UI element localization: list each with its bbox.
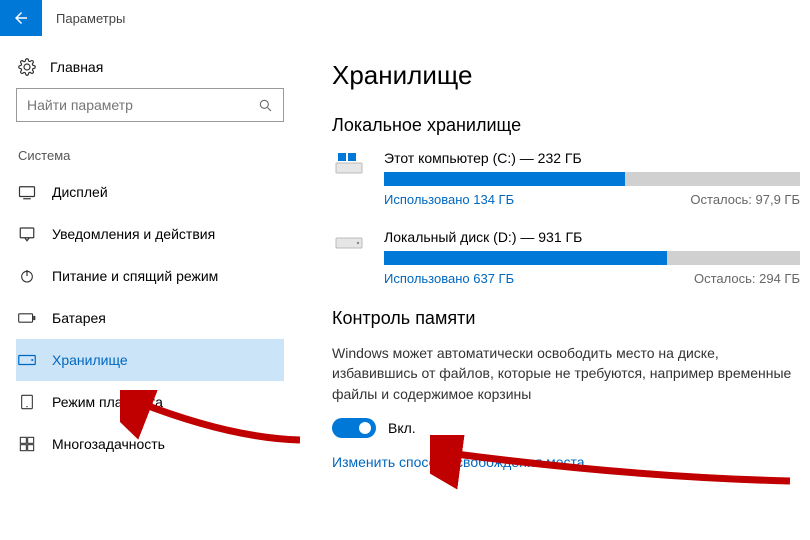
- sidebar-item-multitasking[interactable]: Многозадачность: [16, 423, 284, 465]
- storage-sense-desc: Windows может автоматически освободить м…: [332, 343, 800, 404]
- drive-d-icon: [332, 229, 366, 257]
- sidebar-item-notifications[interactable]: Уведомления и действия: [16, 213, 284, 255]
- sidebar-item-label: Многозадачность: [52, 436, 165, 452]
- window-header: Параметры: [0, 0, 810, 36]
- search-field[interactable]: [27, 97, 257, 113]
- window-title: Параметры: [42, 11, 125, 26]
- drive-c-used: Использовано 134 ГБ: [384, 192, 514, 207]
- drive-c-title: Этот компьютер (C:) — 232 ГБ: [384, 150, 800, 166]
- local-storage-title: Локальное хранилище: [332, 115, 800, 136]
- sidebar-item-label: Батарея: [52, 310, 106, 326]
- sidebar: Главная Система Дисплей Уведомления и де…: [0, 46, 300, 470]
- sidebar-item-battery[interactable]: Батарея: [16, 297, 284, 339]
- notifications-icon: [18, 226, 36, 242]
- sidebar-item-label: Питание и спящий режим: [52, 268, 218, 284]
- sidebar-item-label: Дисплей: [52, 184, 108, 200]
- search-icon: [257, 97, 273, 113]
- page-title: Хранилище: [332, 60, 800, 91]
- sidebar-item-display[interactable]: Дисплей: [16, 171, 284, 213]
- sidebar-item-power[interactable]: Питание и спящий режим: [16, 255, 284, 297]
- power-icon: [18, 268, 36, 284]
- drive-c-free: Осталось: 97,9 ГБ: [690, 192, 800, 207]
- toggle-label: Вкл.: [388, 420, 416, 436]
- storage-sense-toggle[interactable]: [332, 418, 376, 438]
- tablet-icon: [18, 394, 36, 410]
- storage-sense-title: Контроль памяти: [332, 308, 800, 329]
- sidebar-item-tablet[interactable]: Режим планшета: [16, 381, 284, 423]
- section-label: Система: [16, 148, 284, 163]
- drive-c-bar: [384, 172, 800, 186]
- sidebar-item-label: Уведомления и действия: [52, 226, 215, 242]
- search-input[interactable]: [16, 88, 284, 122]
- arrow-left-icon: [12, 9, 30, 27]
- storage-icon: [18, 354, 36, 366]
- change-cleanup-link[interactable]: Изменить способ освобождения места: [332, 454, 800, 470]
- drive-d-used: Использовано 637 ГБ: [384, 271, 514, 286]
- drive-c-icon: [332, 150, 366, 178]
- drive-d-title: Локальный диск (D:) — 931 ГБ: [384, 229, 800, 245]
- multitasking-icon: [18, 436, 36, 452]
- display-icon: [18, 184, 36, 200]
- main-content: Хранилище Локальное хранилище Этот компь…: [300, 46, 810, 470]
- drive-d-bar: [384, 251, 800, 265]
- drive-d-free: Осталось: 294 ГБ: [694, 271, 800, 286]
- sidebar-item-storage[interactable]: Хранилище: [16, 339, 284, 381]
- battery-icon: [18, 312, 36, 324]
- back-button[interactable]: [0, 0, 42, 36]
- drive-c[interactable]: Этот компьютер (C:) — 232 ГБ Использован…: [332, 150, 800, 207]
- sidebar-item-label: Режим планшета: [52, 394, 163, 410]
- home-label: Главная: [50, 59, 103, 75]
- drive-d[interactable]: Локальный диск (D:) — 931 ГБ Использован…: [332, 229, 800, 286]
- gear-icon: [18, 58, 36, 76]
- home-link[interactable]: Главная: [16, 52, 284, 88]
- sidebar-item-label: Хранилище: [52, 352, 128, 368]
